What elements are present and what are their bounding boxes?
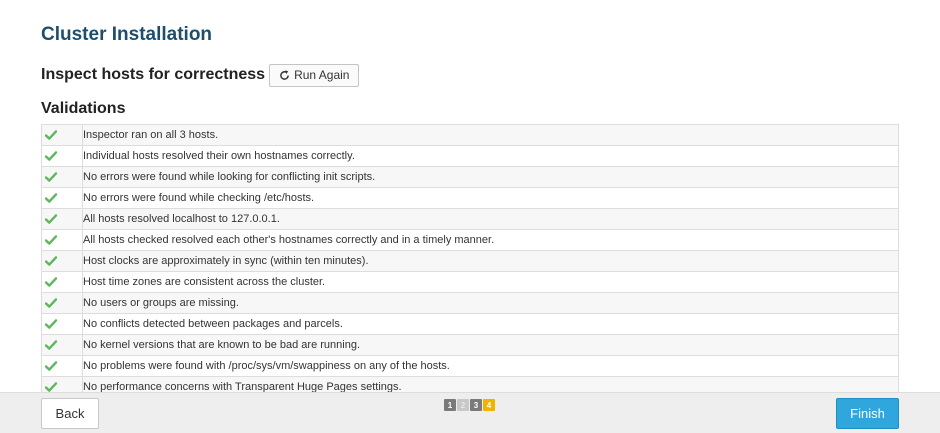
validation-row: No conflicts detected between packages a… — [41, 313, 899, 335]
validation-row: All hosts checked resolved each other's … — [41, 229, 899, 251]
validation-status-cell — [41, 124, 83, 146]
validation-message: No performance concerns with Transparent… — [82, 376, 899, 392]
validation-row: Individual hosts resolved their own host… — [41, 145, 899, 167]
validation-row: No users or groups are missing. — [41, 292, 899, 314]
validation-message: Host time zones are consistent across th… — [82, 271, 899, 293]
back-button[interactable]: Back — [41, 398, 99, 429]
check-icon — [45, 130, 57, 140]
validation-row: Inspector ran on all 3 hosts. — [41, 124, 899, 146]
run-again-label: Run Again — [294, 68, 350, 82]
validation-status-cell — [41, 166, 83, 188]
validation-message: Host clocks are approximately in sync (w… — [82, 250, 899, 272]
validation-row: Host clocks are approximately in sync (w… — [41, 250, 899, 272]
finish-button[interactable]: Finish — [836, 398, 899, 429]
check-icon — [45, 340, 57, 350]
check-icon — [45, 298, 57, 308]
step-1: 1 — [444, 399, 456, 411]
validation-message: Individual hosts resolved their own host… — [82, 145, 899, 167]
validation-row: No errors were found while looking for c… — [41, 166, 899, 188]
validation-message: No kernel versions that are known to be … — [82, 334, 899, 356]
step-2: 2 — [457, 399, 469, 411]
step-4: 4 — [483, 399, 495, 411]
step-3: 3 — [470, 399, 482, 411]
refresh-icon — [280, 70, 289, 80]
page-title: Cluster Installation — [41, 24, 213, 45]
validation-status-cell — [41, 355, 83, 377]
check-icon — [45, 235, 57, 245]
validation-status-cell — [41, 145, 83, 167]
run-again-button[interactable]: Run Again — [269, 63, 360, 87]
validation-message: All hosts checked resolved each other's … — [82, 229, 899, 251]
validation-row: Host time zones are consistent across th… — [41, 271, 899, 293]
validation-status-cell — [41, 313, 83, 335]
check-icon — [45, 172, 57, 182]
check-icon — [45, 277, 57, 287]
section-title: Inspect hosts for correctness — [41, 66, 266, 83]
validation-status-cell — [41, 376, 83, 392]
check-icon — [45, 214, 57, 224]
check-icon — [45, 382, 57, 392]
validation-row: No performance concerns with Transparent… — [41, 376, 899, 392]
check-icon — [45, 361, 57, 371]
validations-table: Inspector ran on all 3 hosts. Individual … — [41, 124, 899, 392]
validation-status-cell — [41, 208, 83, 230]
inspect-section-header: Inspect hosts for correctness Run Again — [41, 63, 360, 87]
validation-status-cell — [41, 334, 83, 356]
main-content: Cluster Installation Inspect hosts for c… — [0, 0, 940, 392]
validation-message: No conflicts detected between packages a… — [82, 313, 899, 335]
validation-status-cell — [41, 250, 83, 272]
validation-row: No errors were found while checking /etc… — [41, 187, 899, 209]
validation-status-cell — [41, 292, 83, 314]
validation-row: No problems were found with /proc/sys/vm… — [41, 355, 899, 377]
validation-message: No errors were found while looking for c… — [82, 166, 899, 188]
validation-message: All hosts resolved localhost to 127.0.0.… — [82, 208, 899, 230]
validation-message: No errors were found while checking /etc… — [82, 187, 899, 209]
validation-message: No users or groups are missing. — [82, 292, 899, 314]
step-indicator: 1 2 3 4 — [444, 399, 495, 411]
check-icon — [45, 319, 57, 329]
validation-status-cell — [41, 271, 83, 293]
validation-status-cell — [41, 229, 83, 251]
validation-row: No kernel versions that are known to be … — [41, 334, 899, 356]
validation-row: All hosts resolved localhost to 127.0.0.… — [41, 208, 899, 230]
check-icon — [45, 256, 57, 266]
validations-title: Validations — [41, 100, 126, 117]
check-icon — [45, 151, 57, 161]
wizard-footer: Back 1 2 3 4 Finish — [0, 392, 940, 433]
validation-status-cell — [41, 187, 83, 209]
check-icon — [45, 193, 57, 203]
validation-message: No problems were found with /proc/sys/vm… — [82, 355, 899, 377]
validation-message: Inspector ran on all 3 hosts. — [82, 124, 899, 146]
